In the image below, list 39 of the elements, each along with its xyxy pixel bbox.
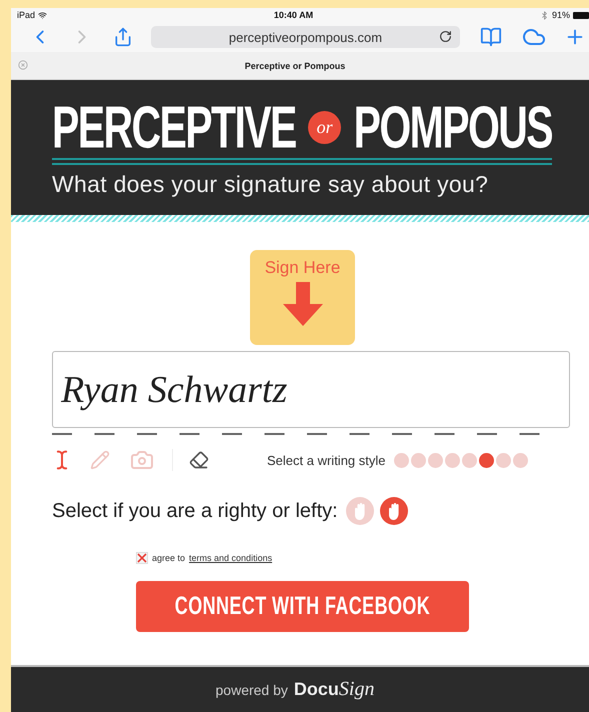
terms-checkbox[interactable] <box>136 552 148 564</box>
address-field[interactable]: perceptiveorpompous.com <box>151 26 460 48</box>
powered-by-text: powered by <box>216 682 288 698</box>
battery-percent: 91% <box>552 10 570 20</box>
hand-icon <box>386 502 401 520</box>
style-dot[interactable] <box>410 452 426 468</box>
pencil-icon[interactable] <box>90 450 110 470</box>
handedness-label: Select if you are a righty or lefty: <box>52 500 338 522</box>
close-icon[interactable] <box>18 60 28 70</box>
agree-text: agree to <box>152 553 186 563</box>
style-dot[interactable] <box>428 452 442 468</box>
bluetooth-icon <box>540 10 549 20</box>
logo-word: POMPOUS <box>354 98 552 156</box>
style-dot[interactable] <box>394 452 408 468</box>
style-dot[interactable] <box>444 452 460 468</box>
eraser-icon[interactable] <box>189 450 209 470</box>
bookmarks-button[interactable] <box>480 26 502 48</box>
style-dot[interactable] <box>496 452 510 468</box>
brand-logo: DocuSign <box>294 678 374 701</box>
style-dot[interactable] <box>512 452 528 468</box>
style-dot[interactable] <box>462 452 476 468</box>
or-badge: or <box>308 110 342 144</box>
device-name: iPad <box>17 10 36 20</box>
sign-here-label: Sign Here <box>264 258 340 278</box>
clock: 10:40 AM <box>272 10 314 20</box>
style-dot[interactable] <box>478 452 494 468</box>
writing-style-label: Select a writing style <box>267 452 386 468</box>
battery-icon <box>573 12 589 18</box>
hand-icon <box>352 502 367 520</box>
wifi-icon <box>38 10 48 20</box>
logo-word: PERCEPTIVE <box>52 98 296 156</box>
connect-facebook-button[interactable]: CONNECT WITH FACEBOOK <box>136 581 469 632</box>
down-arrow-icon <box>282 282 322 326</box>
hand-button[interactable] <box>380 497 408 525</box>
tagline: What does your signature say about you? <box>52 171 490 198</box>
camera-icon[interactable] <box>130 448 154 472</box>
share-button[interactable] <box>113 27 133 47</box>
terms-link[interactable]: terms and conditions <box>189 553 272 563</box>
reload-icon[interactable] <box>439 30 452 43</box>
